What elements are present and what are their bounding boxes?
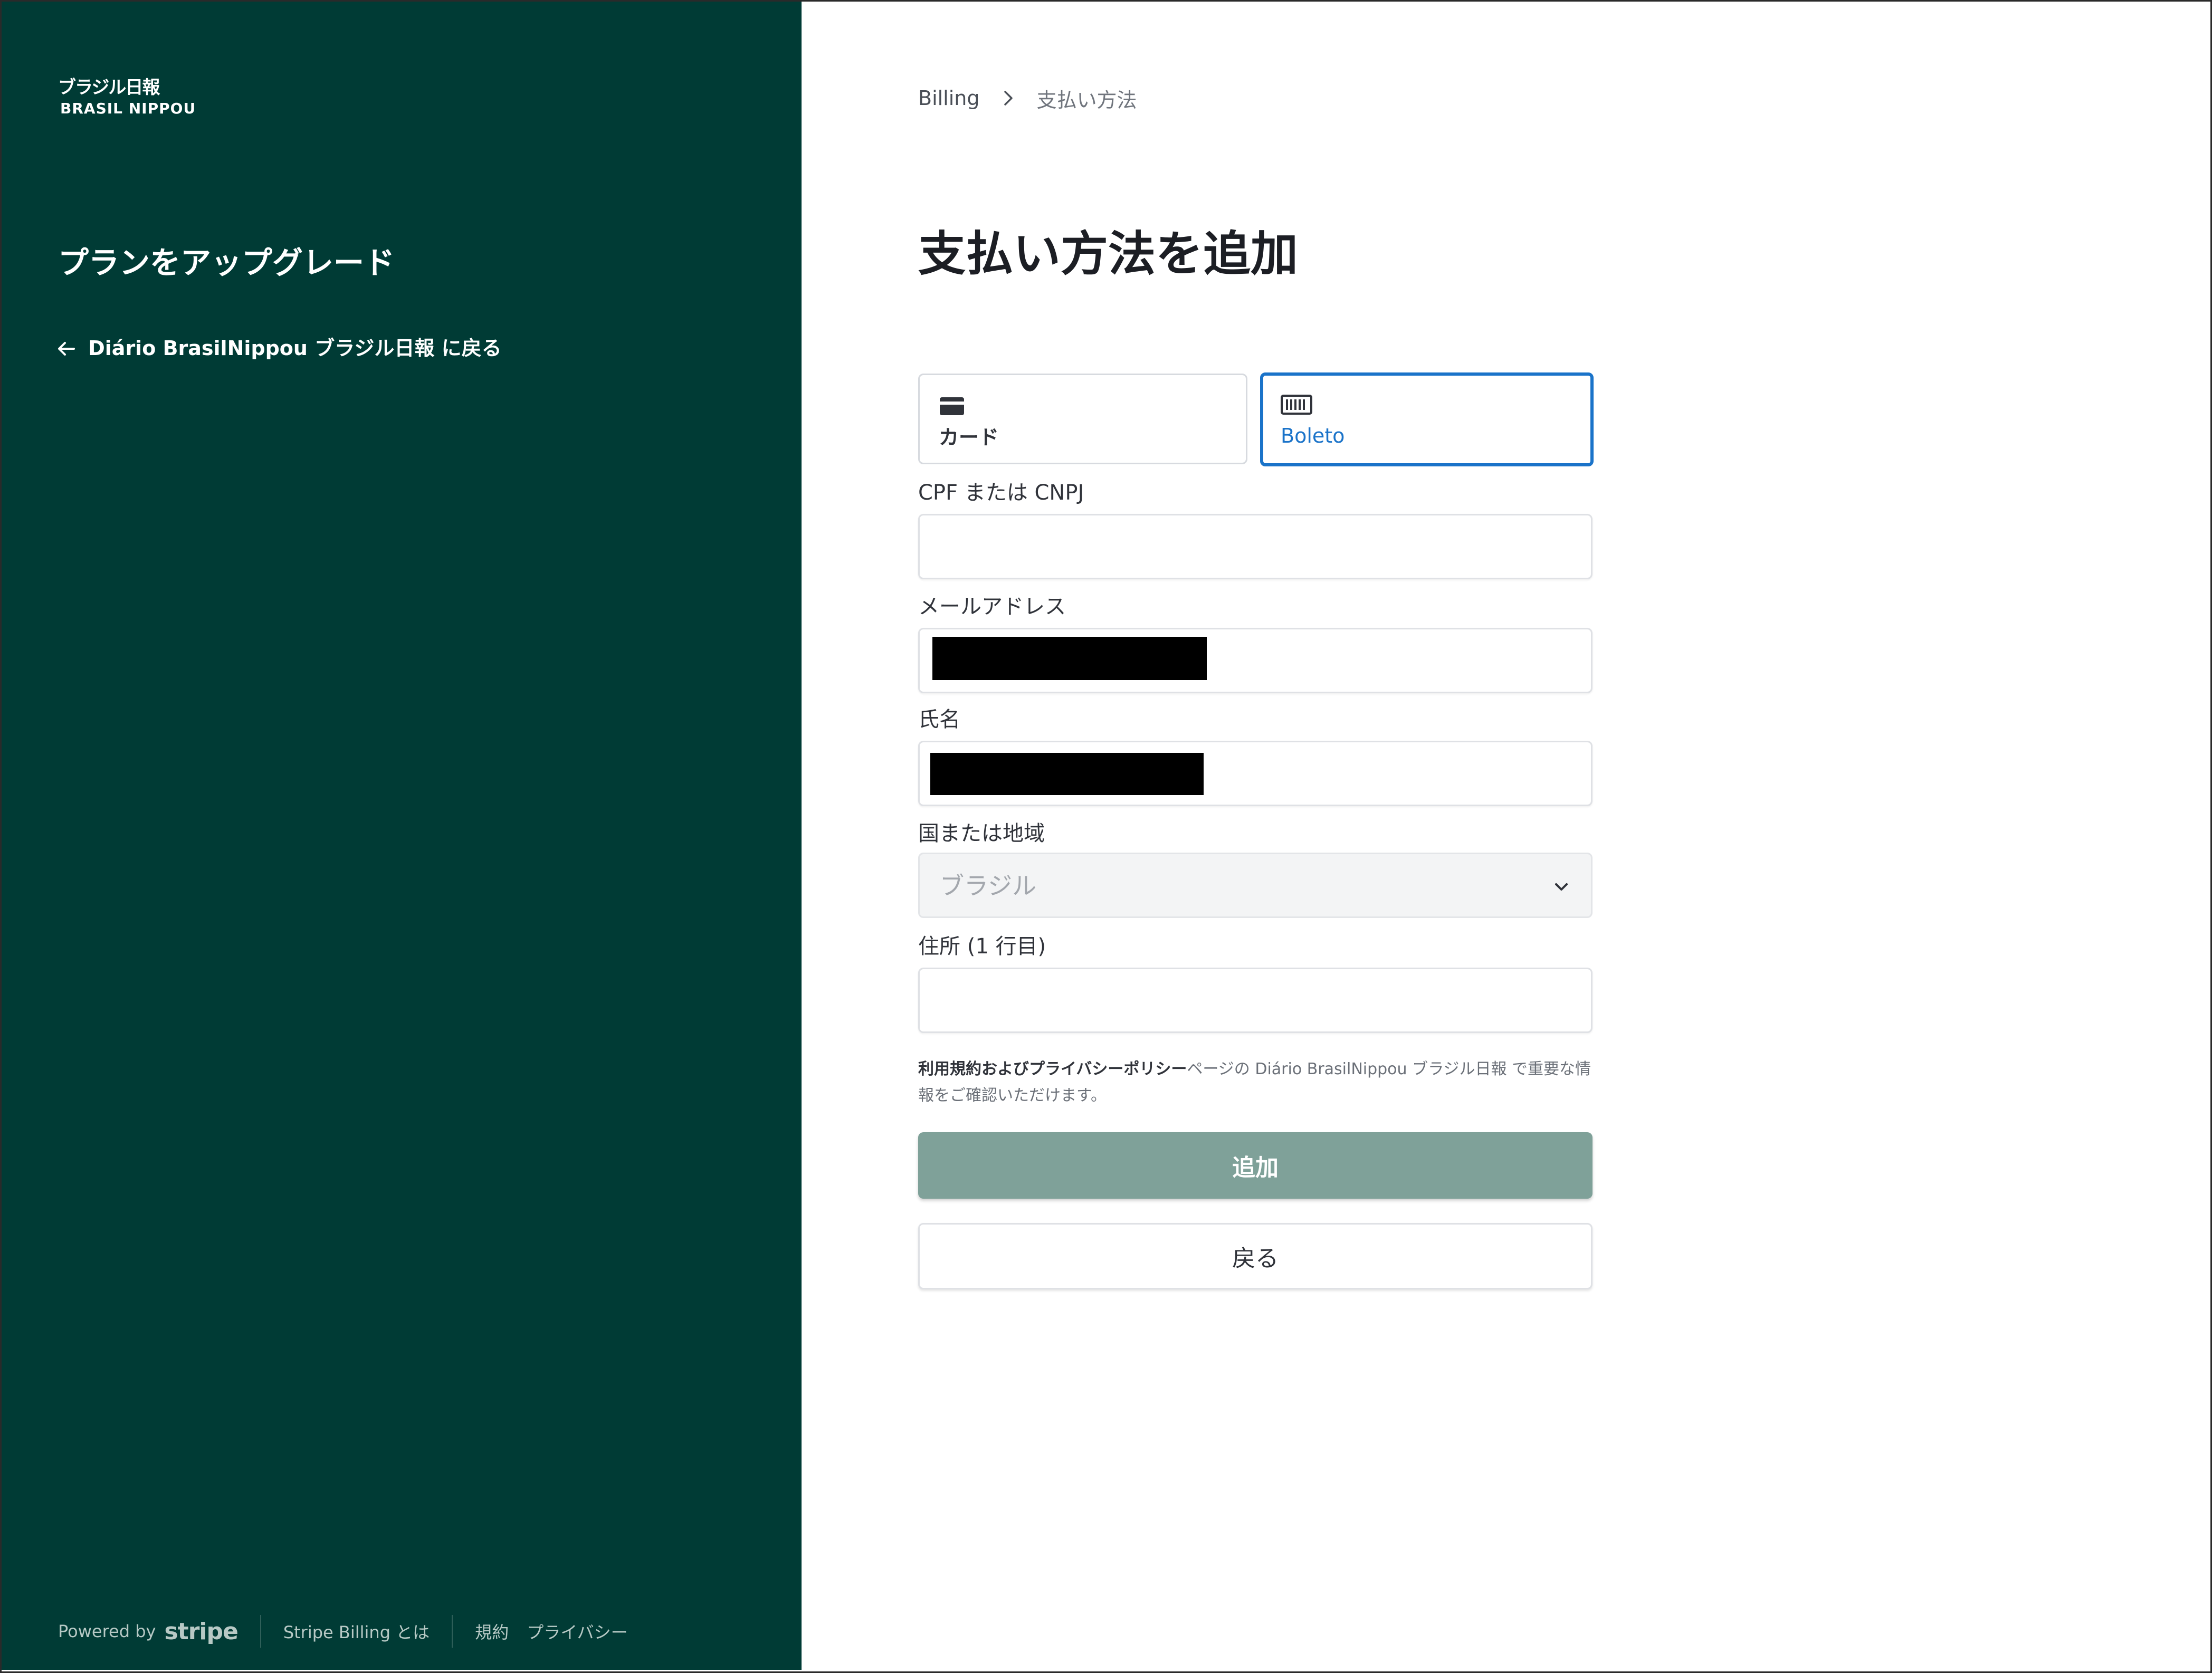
window-frame — [0, 0, 2212, 1673]
